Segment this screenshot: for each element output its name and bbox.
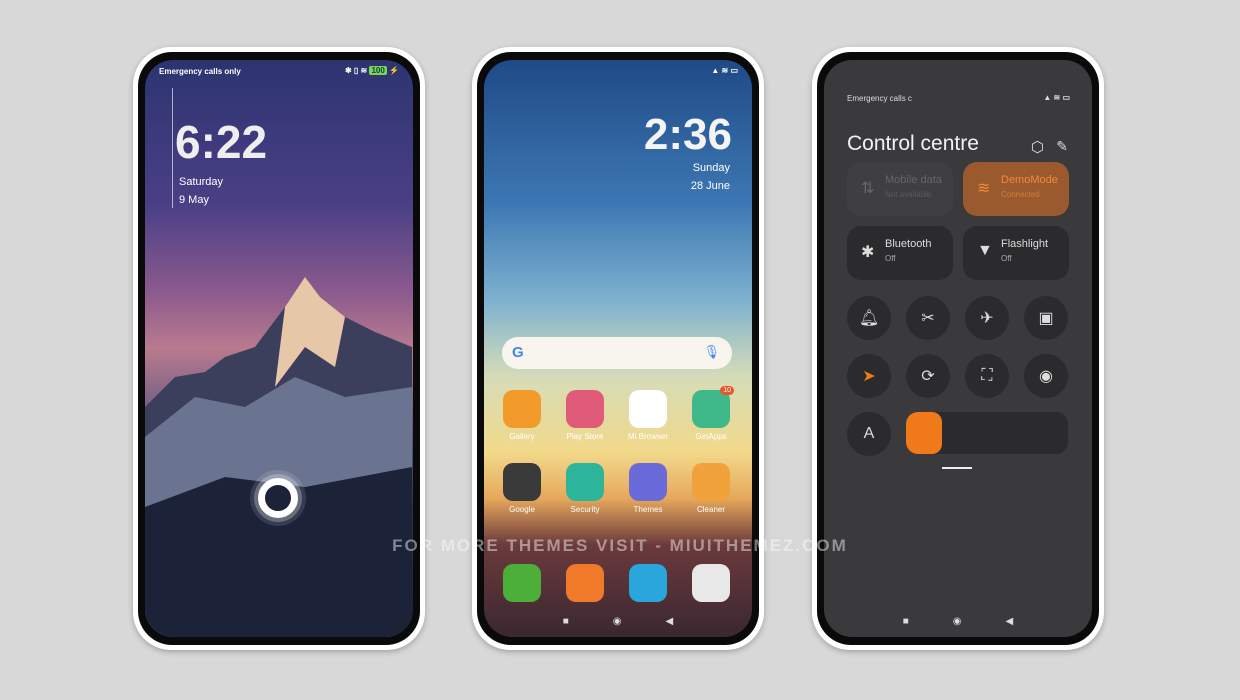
- day: Saturday: [179, 176, 224, 188]
- app-icon: 10: [692, 386, 734, 428]
- status-icons: ▲ ≋ ▭: [711, 66, 738, 75]
- clock: 2:36: [643, 110, 732, 159]
- app-getapps[interactable]: 10 GetApps: [681, 386, 741, 441]
- settings-icon[interactable]: ⬡: [1031, 138, 1044, 156]
- phone-control-centre: Emergency calls c ▲ ≋ ▭ Control centre ⬡…: [812, 47, 1104, 650]
- app-google[interactable]: Google: [492, 463, 552, 514]
- status-text: Emergency calls c: [847, 94, 912, 103]
- phone-homescreen: ▲ ≋ ▭ 2:36 Sunday 28 June G 🎙 Gallery Pla…: [472, 47, 764, 650]
- app-label: Gallery: [509, 432, 535, 441]
- tile-label: Bluetooth: [885, 238, 932, 250]
- mountain-wallpaper: [145, 277, 412, 637]
- handle-bar[interactable]: [942, 467, 972, 469]
- tile-sub: Connected: [1001, 190, 1040, 199]
- search-bar[interactable]: G 🎙: [502, 337, 732, 369]
- rotation-lock-icon[interactable]: ⟳: [906, 354, 950, 398]
- tile-label: Flashlight: [1001, 238, 1049, 250]
- app-play-store[interactable]: Play Store: [555, 390, 615, 441]
- app-icon: [629, 390, 667, 428]
- app-icon: [503, 463, 541, 501]
- google-icon: G: [512, 344, 524, 361]
- status-text: Emergency calls only: [159, 67, 241, 76]
- fingerprint-icon[interactable]: [258, 478, 298, 518]
- flashlight-icon: ▼: [977, 242, 993, 259]
- app-label: Play Store: [566, 432, 604, 441]
- scan-icon[interactable]: ⛶: [965, 354, 1009, 398]
- page-title: Control centre: [847, 132, 979, 155]
- divider: [172, 88, 173, 208]
- app-label: Security: [570, 505, 600, 514]
- location-icon[interactable]: ➤: [847, 354, 891, 398]
- camera-icon[interactable]: [692, 564, 730, 602]
- airplane-icon[interactable]: ✈: [965, 296, 1009, 340]
- app-label: Google: [509, 505, 535, 514]
- wifi-icon: ≋: [977, 180, 991, 197]
- font-icon[interactable]: A: [847, 412, 891, 456]
- camera-app-icon[interactable]: [629, 564, 667, 602]
- app-label: Cleaner: [696, 505, 725, 514]
- back-button[interactable]: ◀: [666, 616, 674, 627]
- tile-wifi[interactable]: ≋ DemoMode Connected: [963, 162, 1069, 216]
- app-icon: [566, 463, 604, 501]
- app-cleaner[interactable]: Cleaner: [681, 463, 741, 514]
- battery-icon: 100: [369, 66, 387, 75]
- tile-mobile-data[interactable]: ⇅ Mobile data Not available: [847, 162, 953, 216]
- watermark: FOR MORE THEMES VISIT - MIUITHEMEZ.COM: [392, 536, 848, 555]
- app-icon: [629, 463, 667, 501]
- messages-icon[interactable]: [566, 564, 604, 602]
- app-gallery[interactable]: Gallery: [492, 390, 552, 441]
- app-security[interactable]: Security: [555, 463, 615, 514]
- tile-label: DemoMode: [1001, 174, 1058, 186]
- lock-icon[interactable]: ▣: [1024, 296, 1068, 340]
- app-label: GetApps: [695, 432, 727, 441]
- tile-sub: Off: [1001, 254, 1012, 263]
- app-icon: [503, 390, 541, 428]
- app-label: Themes: [633, 505, 663, 514]
- clock: 6:22: [175, 116, 268, 168]
- nav-bar: ■ ◉ ◀: [484, 616, 752, 627]
- nav-bar: ■ ◉ ◀: [824, 616, 1092, 627]
- mobile-data-icon: ⇅: [861, 180, 875, 197]
- brightness-fill: [906, 412, 942, 454]
- edit-icon[interactable]: ✎: [1056, 138, 1068, 155]
- mic-icon[interactable]: 🎙: [703, 344, 720, 360]
- date: 28 June: [690, 180, 730, 192]
- recents-button[interactable]: ■: [563, 616, 569, 627]
- status-icons: ▲ ≋ ▭: [1043, 93, 1070, 102]
- app-mi-browser[interactable]: Mi Browser: [618, 390, 678, 441]
- home-button[interactable]: ◉: [613, 616, 622, 627]
- day: Sunday: [692, 162, 730, 174]
- tile-sub: Off: [885, 254, 896, 263]
- back-button[interactable]: ◀: [1006, 616, 1014, 627]
- app-icon: [566, 390, 604, 428]
- app-icon: [692, 463, 730, 501]
- tile-bluetooth[interactable]: ✱ Bluetooth Off: [847, 226, 953, 280]
- app-themes[interactable]: Themes: [618, 463, 678, 514]
- status-icons: ✱ ▯ ≋ 100 ⚡: [344, 66, 399, 75]
- phone-lockscreen: Emergency calls only ✱ ▯ ≋ 100 ⚡ 6:22 Sa…: [133, 47, 425, 650]
- recents-button[interactable]: ■: [903, 616, 909, 627]
- phone-icon[interactable]: [503, 564, 541, 602]
- notification-badge: 10: [720, 386, 734, 395]
- bell-icon[interactable]: 🔔︎: [847, 296, 891, 340]
- screenshot-icon[interactable]: ✂: [906, 296, 950, 340]
- brightness-slider[interactable]: [906, 412, 1068, 454]
- tile-label: Mobile data: [885, 174, 942, 186]
- app-label: Mi Browser: [627, 432, 668, 441]
- home-button[interactable]: ◉: [953, 616, 962, 627]
- tile-flashlight[interactable]: ▼ Flashlight Off: [963, 226, 1069, 280]
- date: 9 May: [179, 194, 209, 206]
- bluetooth-icon: ✱: [861, 244, 875, 261]
- eye-icon[interactable]: ◉: [1024, 354, 1068, 398]
- tile-sub: Not available: [885, 190, 932, 199]
